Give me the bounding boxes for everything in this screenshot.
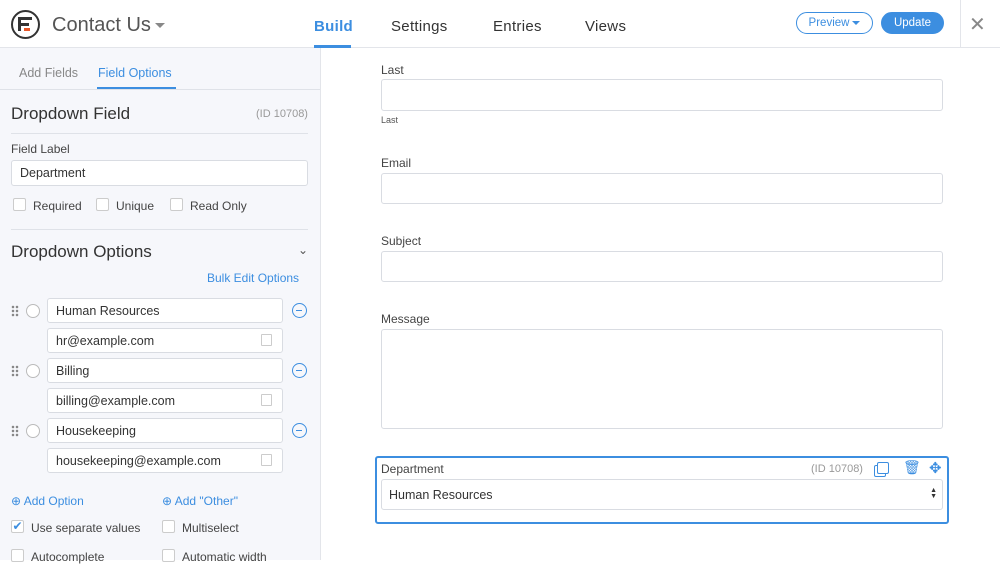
option-value-input[interactable]: hr@example.com bbox=[47, 328, 283, 353]
divider bbox=[0, 89, 320, 90]
read-only-label: Read Only bbox=[190, 199, 247, 213]
email-label: Email bbox=[381, 156, 412, 170]
trash-icon[interactable]: 🗑 bbox=[903, 459, 921, 476]
save-icon bbox=[261, 334, 272, 346]
separate-values-label: Use separate values bbox=[31, 521, 141, 535]
field-type-title: Dropdown Field bbox=[11, 104, 131, 123]
drag-handle-icon[interactable] bbox=[11, 305, 19, 317]
subject-input[interactable] bbox=[381, 251, 943, 282]
autocomplete-label: Autocomplete bbox=[31, 550, 105, 564]
caret-down-icon bbox=[852, 20, 861, 25]
default-radio[interactable] bbox=[26, 364, 40, 378]
field-label-heading: Field Label bbox=[11, 142, 70, 156]
autocomplete-checkbox[interactable] bbox=[11, 549, 24, 562]
tab-field-options[interactable]: Field Options bbox=[98, 66, 172, 80]
option-value-input[interactable]: housekeeping@example.com bbox=[47, 448, 283, 473]
divider bbox=[11, 133, 308, 134]
header: Contact Us Build Settings Entries Views … bbox=[0, 0, 1000, 48]
automatic-width-label: Automatic width bbox=[182, 550, 267, 564]
multiselect-label: Multiselect bbox=[182, 521, 239, 535]
default-radio[interactable] bbox=[26, 424, 40, 438]
unique-checkbox[interactable] bbox=[96, 198, 109, 211]
option-value-input[interactable]: billing@example.com bbox=[47, 388, 283, 413]
department-field-id: (ID 10708) bbox=[811, 463, 863, 475]
department-selected-value: Human Resources bbox=[389, 487, 493, 502]
divider bbox=[11, 229, 308, 230]
divider bbox=[960, 0, 961, 48]
option-label-input[interactable]: Human Resources bbox=[47, 298, 283, 323]
drag-handle-icon[interactable] bbox=[11, 425, 19, 437]
chevron-down-icon[interactable]: ⌄ bbox=[298, 243, 308, 257]
tab-entries[interactable]: Entries bbox=[493, 18, 542, 35]
tab-add-fields[interactable]: Add Fields bbox=[19, 66, 78, 80]
last-name-input[interactable] bbox=[381, 79, 943, 111]
required-label: Required bbox=[33, 199, 82, 213]
remove-option-icon[interactable] bbox=[292, 423, 307, 438]
unique-label: Unique bbox=[116, 199, 155, 213]
field-id: (ID 10708) bbox=[256, 108, 308, 120]
required-checkbox[interactable] bbox=[13, 198, 26, 211]
tab-views[interactable]: Views bbox=[585, 18, 626, 35]
preview-label: Preview bbox=[808, 17, 850, 29]
read-only-checkbox[interactable] bbox=[170, 198, 183, 211]
message-label: Message bbox=[381, 312, 430, 326]
plus-circle-icon: ⊕ bbox=[162, 494, 173, 508]
message-textarea[interactable] bbox=[381, 329, 943, 429]
select-arrows-icon: ▲ ▼ bbox=[930, 487, 937, 500]
move-icon[interactable]: ✥ bbox=[929, 459, 942, 477]
preview-button[interactable]: Preview bbox=[796, 12, 873, 34]
department-select[interactable]: Human Resources ▲ ▼ bbox=[381, 479, 943, 510]
automatic-width-checkbox[interactable] bbox=[162, 549, 175, 562]
multiselect-checkbox[interactable] bbox=[162, 520, 175, 533]
remove-option-icon[interactable] bbox=[292, 303, 307, 318]
active-tab-indicator bbox=[97, 87, 176, 89]
plus-circle-icon: ⊕ bbox=[11, 494, 22, 508]
separate-values-checkbox[interactable]: ✔ bbox=[11, 520, 24, 533]
remove-option-icon[interactable] bbox=[292, 363, 307, 378]
bulk-edit-options-link[interactable]: Bulk Edit Options bbox=[207, 271, 299, 285]
dropdown-options-heading: Dropdown Options bbox=[11, 242, 152, 261]
form-title: Contact Us bbox=[52, 14, 151, 36]
add-other-link[interactable]: ⊕ Add "Other" bbox=[162, 494, 238, 508]
field-label-input[interactable]: Department bbox=[11, 160, 308, 186]
form-title-dropdown[interactable]: Contact Us bbox=[52, 14, 165, 37]
update-button[interactable]: Update bbox=[881, 12, 944, 34]
default-radio[interactable] bbox=[26, 304, 40, 318]
tab-settings[interactable]: Settings bbox=[391, 18, 448, 35]
drag-handle-icon[interactable] bbox=[11, 365, 19, 377]
add-option-link[interactable]: ⊕ Add Option bbox=[11, 494, 84, 508]
last-sublabel: Last bbox=[381, 115, 399, 125]
formidable-logo-icon bbox=[11, 10, 40, 39]
save-icon bbox=[261, 394, 272, 406]
add-other-label: Add "Other" bbox=[174, 494, 238, 508]
save-icon bbox=[261, 454, 272, 466]
add-option-label: Add Option bbox=[23, 494, 84, 508]
tab-build[interactable]: Build bbox=[314, 18, 353, 35]
last-label: Last bbox=[381, 63, 404, 77]
subject-label: Subject bbox=[381, 234, 422, 248]
option-label-input[interactable]: Housekeeping bbox=[47, 418, 283, 443]
duplicate-icon[interactable] bbox=[877, 462, 889, 474]
caret-down-icon bbox=[154, 23, 165, 29]
option-label-input[interactable]: Billing bbox=[47, 358, 283, 383]
close-icon[interactable]: ✕ bbox=[969, 12, 986, 37]
email-input[interactable] bbox=[381, 173, 943, 204]
department-label: Department bbox=[381, 462, 444, 476]
